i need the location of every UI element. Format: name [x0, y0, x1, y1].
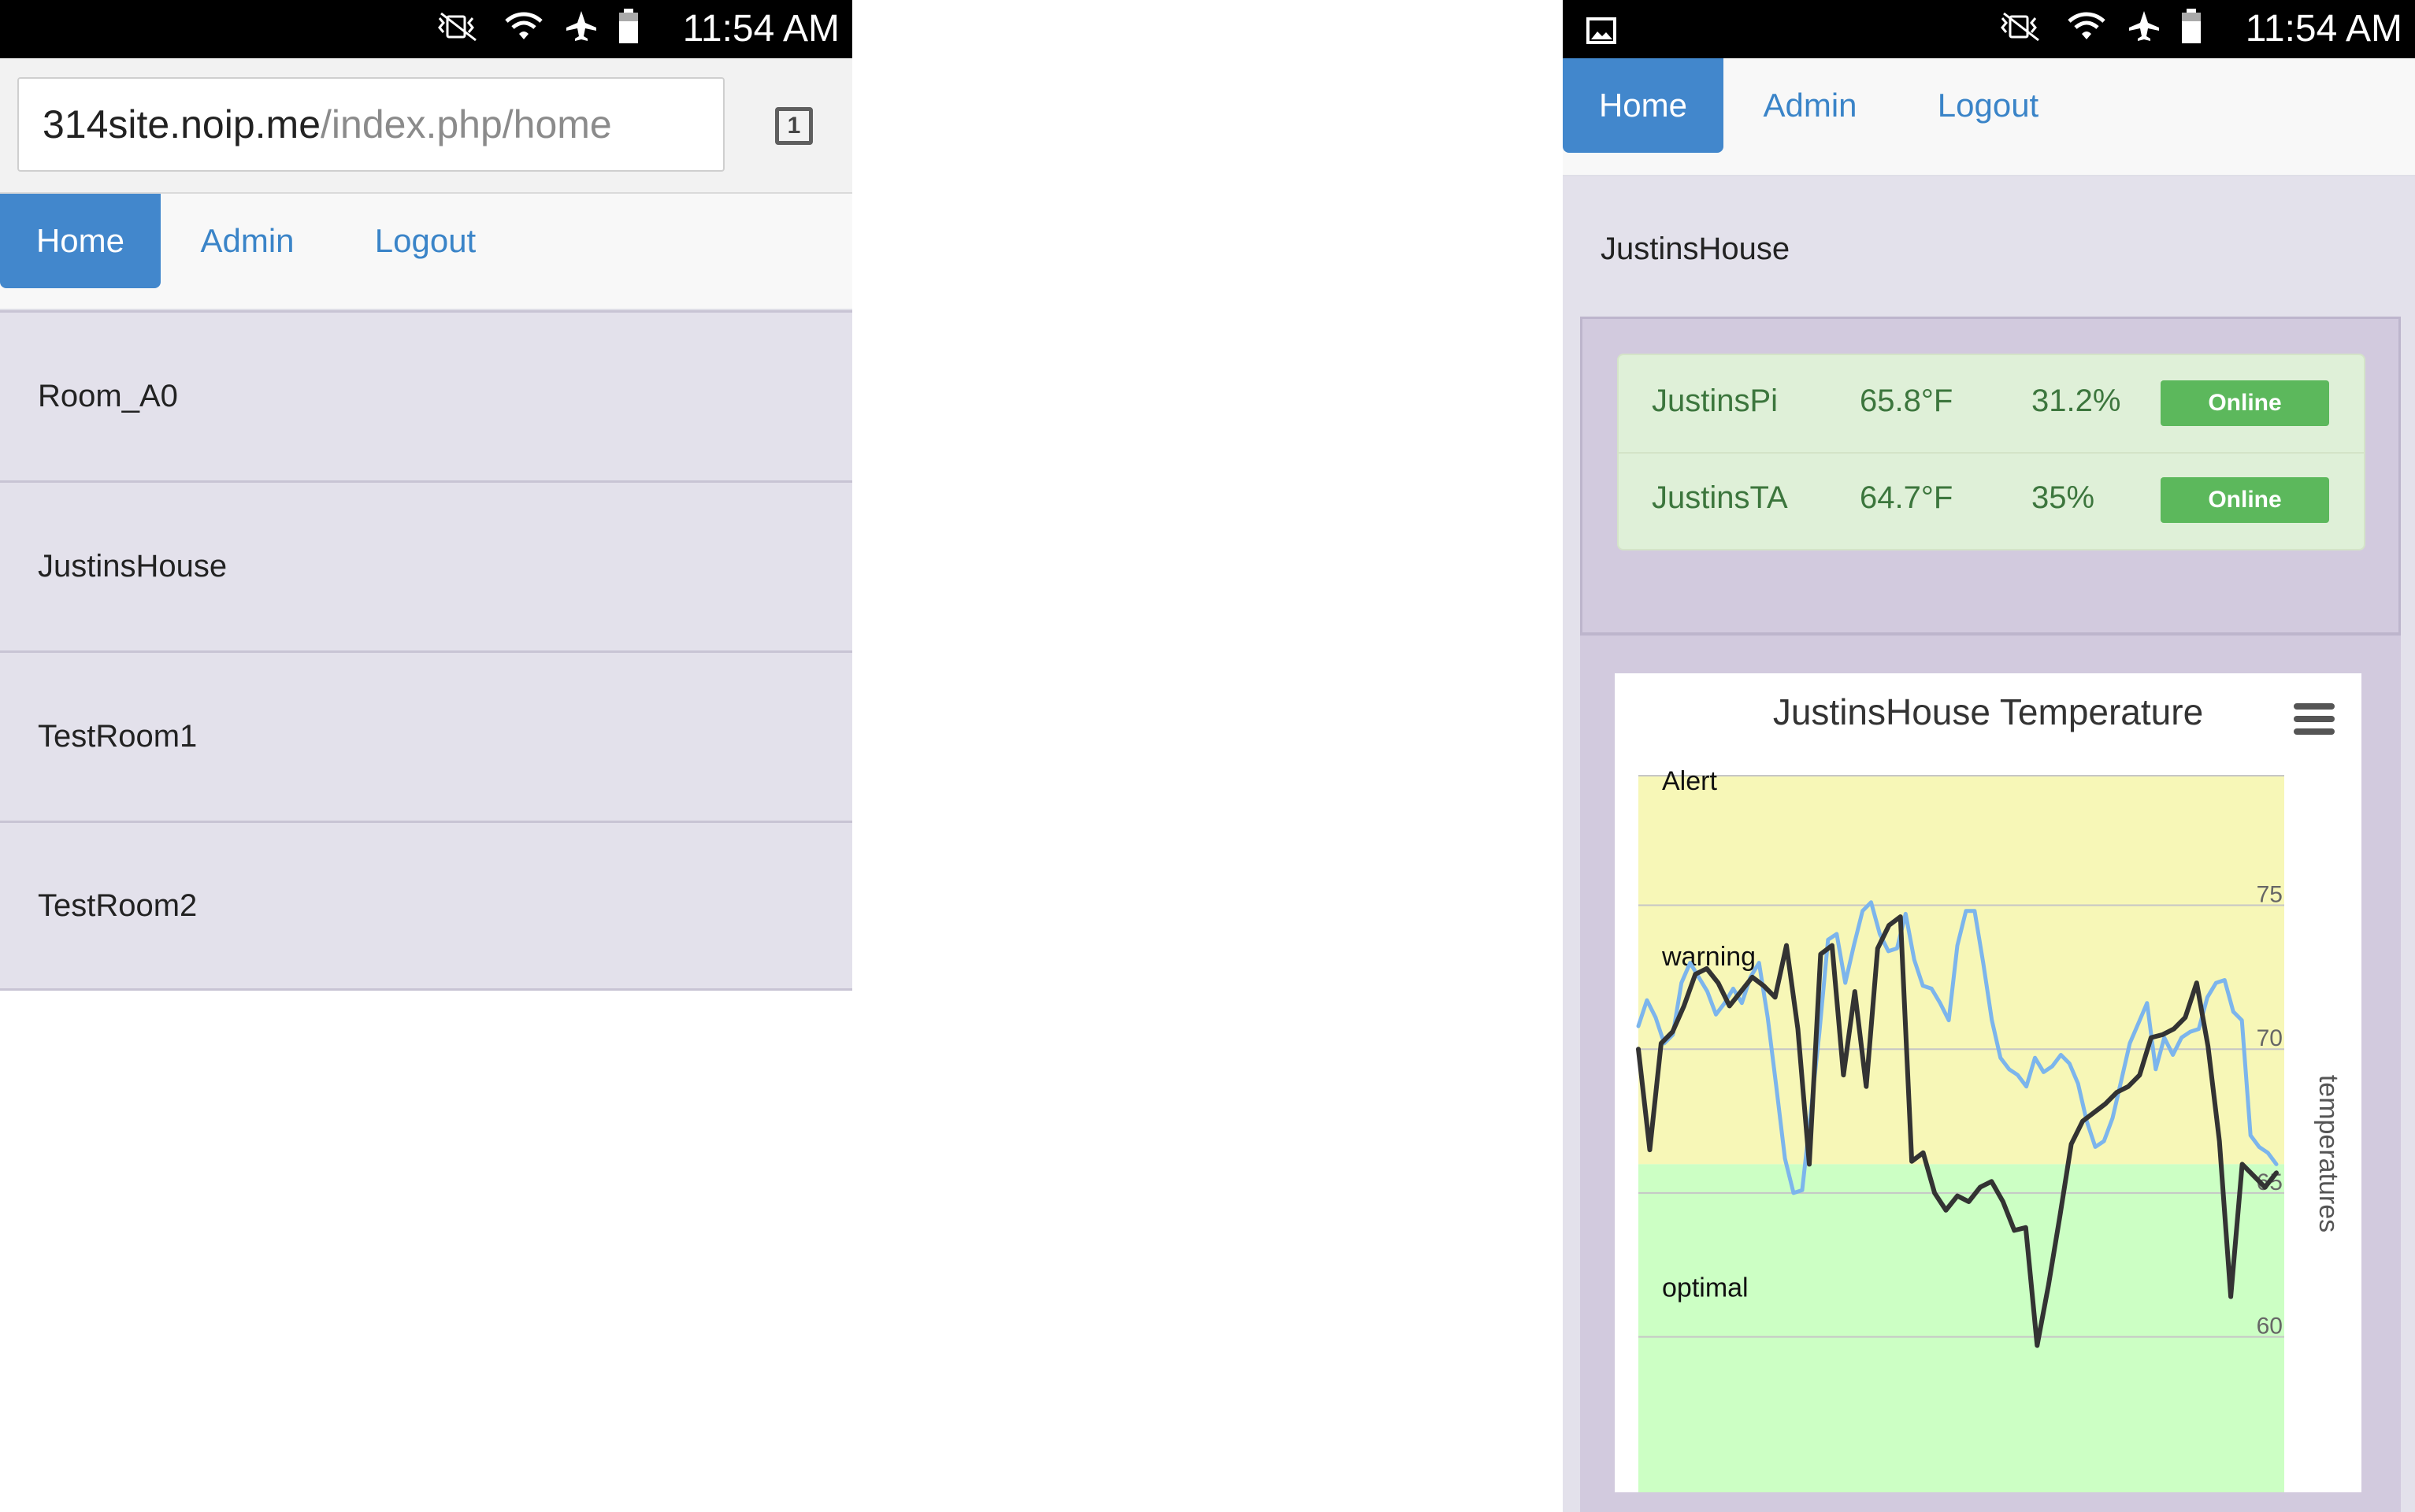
y-tick-label: 60	[2257, 1314, 2283, 1340]
wifi-icon	[2068, 12, 2105, 39]
sensor-name: JustinsTA	[1652, 480, 1788, 515]
vibrate-mute-icon	[2001, 12, 2039, 42]
right-status-time: 11:54 AM	[2245, 8, 2402, 50]
house-details-panel: JustinsHouse JustinsPi 65.8°F 31.2% Onli…	[1563, 176, 2415, 1512]
admin-nav-link[interactable]: Admin	[1731, 58, 1889, 153]
admin-nav-link[interactable]: Admin	[169, 194, 326, 288]
url-domain: 314site.noip.me	[43, 102, 321, 146]
room-list-item-justinshouse[interactable]: JustinsHouse	[0, 480, 852, 650]
right-status-icons	[1996, 8, 2202, 44]
chart-title: JustinsHouse Temperature	[1772, 691, 2204, 732]
room-list-item-testroom2[interactable]: TestRoom2	[0, 821, 852, 991]
sensor-humidity: 31.2%	[2031, 384, 2121, 418]
room-list: Room_A0 JustinsHouse TestRoom1 TestRoom2	[0, 310, 852, 991]
room-list-item-testroom1[interactable]: TestRoom1	[0, 650, 852, 821]
sensor-status-table: JustinsPi 65.8°F 31.2% Online JustinsTA …	[1617, 354, 2365, 550]
temperature-chart-card: 75 70 65 60 Alert warning optimal temperatures …	[1615, 673, 2361, 1492]
sensor-temperature: 65.8°F	[1860, 384, 1953, 418]
battery-icon	[619, 9, 638, 43]
wifi-icon	[505, 12, 543, 39]
sensor-status-section: JustinsPi 65.8°F 31.2% Online JustinsTA …	[1580, 317, 2401, 635]
y-tick-label: 70	[2257, 1025, 2283, 1051]
y-tick-label: 75	[2257, 881, 2283, 907]
airplane-icon	[2129, 11, 2159, 41]
logout-nav-link[interactable]: Logout	[1901, 58, 2075, 153]
url-path: /index.php/home	[321, 102, 612, 146]
home-nav-button[interactable]: Home	[0, 194, 161, 288]
online-status-badge: Online	[2161, 477, 2329, 523]
chart-menu-icon[interactable]	[2294, 703, 2335, 735]
url-field[interactable]: 314site.noip.me/index.php/home	[17, 77, 725, 172]
picture-icon	[1586, 17, 1616, 44]
home-nav-button[interactable]: Home	[1563, 58, 1723, 153]
y-axis-label: temperatures	[2313, 1075, 2343, 1232]
sensor-humidity: 35%	[2031, 480, 2095, 515]
sensor-temperature: 64.7°F	[1860, 480, 1953, 515]
sensor-row-justinsta[interactable]: JustinsTA 64.7°F 35% Online	[1619, 452, 2364, 549]
left-navbar: Home Admin Logout	[0, 194, 852, 311]
left-status-bar: 11:54 AM	[0, 0, 852, 58]
tab-counter-button[interactable]: 1	[775, 107, 813, 145]
right-navbar: Home Admin Logout	[1563, 58, 2415, 177]
sensor-row-justinspi[interactable]: JustinsPi 65.8°F 31.2% Online	[1619, 355, 2364, 454]
plot-band-label: Alert	[1662, 766, 1717, 796]
vibrate-mute-icon	[438, 12, 477, 42]
battery-icon	[2182, 9, 2201, 43]
logout-nav-link[interactable]: Logout	[339, 194, 512, 288]
sensor-name: JustinsPi	[1652, 384, 1779, 418]
temperature-chart: 75706560Alertwarningoptimaltemperatures	[1636, 766, 2343, 1492]
temperature-chart-section: 75 70 65 60 Alert warning optimal temperatures …	[1580, 633, 2401, 1512]
left-phone-screenshot: 11:54 AM 314site.noip.me/index.php/home …	[0, 0, 852, 1000]
room-list-item-room-a0[interactable]: Room_A0	[0, 310, 852, 480]
right-phone-screenshot: 11:54 AM Home Admin Logout JustinsHouse …	[1563, 0, 2415, 1512]
house-title: JustinsHouse	[1601, 232, 1790, 266]
left-status-icons	[433, 8, 640, 44]
left-status-time: 11:54 AM	[682, 8, 840, 50]
browser-address-bar: 314site.noip.me/index.php/home 1	[0, 58, 852, 195]
plot-band-optimal	[1638, 1164, 2284, 1492]
airplane-icon	[566, 11, 596, 41]
online-status-badge: Online	[2161, 380, 2329, 426]
right-status-bar: 11:54 AM	[1563, 0, 2415, 58]
plot-band-label: optimal	[1662, 1273, 1749, 1303]
